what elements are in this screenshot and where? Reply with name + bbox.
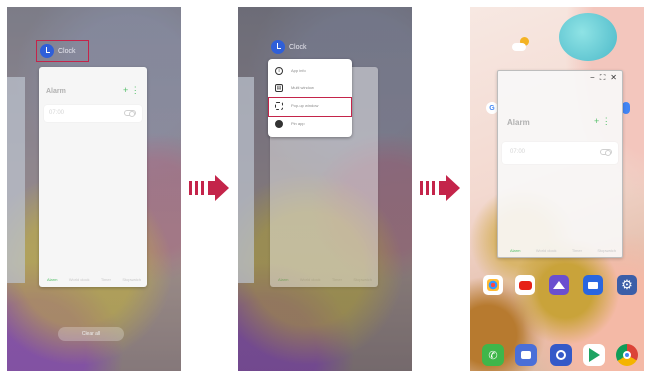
tab-bar: Alarm World clock Timer Stopwatch <box>510 248 616 253</box>
highlight-box <box>268 97 352 117</box>
clock-icon <box>271 40 285 54</box>
tab-bar: Alarm World clock Timer Stopwatch <box>47 277 141 282</box>
settings-icon[interactable]: ⚙ <box>617 275 637 295</box>
messages-icon[interactable] <box>515 344 537 366</box>
step-arrow-icon <box>189 175 231 201</box>
weather-icon[interactable] <box>512 37 530 51</box>
tab-timer[interactable]: Timer <box>101 277 111 282</box>
popup-title-bar[interactable]: − ⛶ ✕ <box>498 71 622 85</box>
tab-stopwatch[interactable]: Stopwatch <box>353 277 372 282</box>
previous-app-card[interactable] <box>238 77 254 283</box>
alarm-toggle[interactable] <box>124 110 136 117</box>
mic-icon[interactable] <box>622 102 630 114</box>
tab-alarm[interactable]: Alarm <box>510 248 520 253</box>
menu-item-multi-window[interactable]: ▤ Multi window <box>268 80 352 95</box>
app-card[interactable]: Alarm + ⋮ 07:00 Alarm World clock Timer … <box>39 67 147 287</box>
recents-screen-step1: Clock Alarm + ⋮ 07:00 Alarm World clock … <box>7 7 181 371</box>
phone-icon[interactable]: ✆ <box>482 344 504 366</box>
tab-alarm[interactable]: Alarm <box>278 277 288 282</box>
menu-item-pin-app[interactable]: Pin app <box>268 116 352 131</box>
info-icon: i <box>275 66 283 75</box>
recents-screen-step2: Alarm World clock Timer Stopwatch Clock … <box>238 7 412 371</box>
alarm-time: 07:00 <box>49 110 65 116</box>
pin-icon <box>275 119 283 128</box>
add-alarm-button[interactable]: + ⋮ <box>594 116 611 127</box>
tab-world-clock[interactable]: World clock <box>536 248 557 253</box>
home-screen-step3: G − ⛶ ✕ Alarm + ⋮ 07:00 Alarm World cloc… <box>470 7 644 371</box>
tab-timer[interactable]: Timer <box>572 248 582 253</box>
add-alarm-button[interactable]: + ⋮ <box>123 85 140 96</box>
wallpaper-sphere <box>559 13 617 61</box>
chrome-icon[interactable] <box>616 344 638 366</box>
alarm-time: 07:00 <box>510 149 526 155</box>
apps-folder-icon[interactable] <box>483 275 503 295</box>
maximize-button[interactable]: ⛶ <box>600 74 606 82</box>
tab-alarm[interactable]: Alarm <box>47 277 57 282</box>
tab-timer[interactable]: Timer <box>332 277 342 282</box>
app-name-label: Clock <box>289 43 307 51</box>
alarm-row[interactable]: 07:00 <box>44 105 142 122</box>
clear-all-button[interactable]: Clear all <box>58 327 124 341</box>
minimize-button[interactable]: − <box>590 74 595 82</box>
alarm-title: Alarm <box>46 88 66 95</box>
close-button[interactable]: ✕ <box>610 74 617 82</box>
tab-world-clock[interactable]: World clock <box>69 277 90 282</box>
app-icon-chip[interactable]: Clock <box>271 40 307 54</box>
alarm-toggle[interactable] <box>600 149 612 156</box>
video-icon[interactable] <box>583 275 603 295</box>
camera-icon[interactable] <box>550 344 572 366</box>
menu-item-app-info[interactable]: i App info <box>268 63 352 78</box>
alarm-row[interactable]: 07:00 <box>502 142 618 164</box>
highlight-box <box>36 40 89 62</box>
youtube-icon[interactable] <box>515 275 535 295</box>
tab-world-clock[interactable]: World clock <box>300 277 321 282</box>
play-store-icon[interactable] <box>583 344 605 366</box>
step-arrow-icon <box>420 175 462 201</box>
multi-window-icon: ▤ <box>275 83 283 92</box>
tab-stopwatch[interactable]: Stopwatch <box>597 248 616 253</box>
tab-stopwatch[interactable]: Stopwatch <box>122 277 141 282</box>
popup-window[interactable]: − ⛶ ✕ Alarm + ⋮ 07:00 Alarm World clock … <box>497 70 623 258</box>
gallery-icon[interactable] <box>549 275 569 295</box>
alarm-title: Alarm <box>507 118 530 127</box>
previous-app-card[interactable] <box>7 77 25 283</box>
